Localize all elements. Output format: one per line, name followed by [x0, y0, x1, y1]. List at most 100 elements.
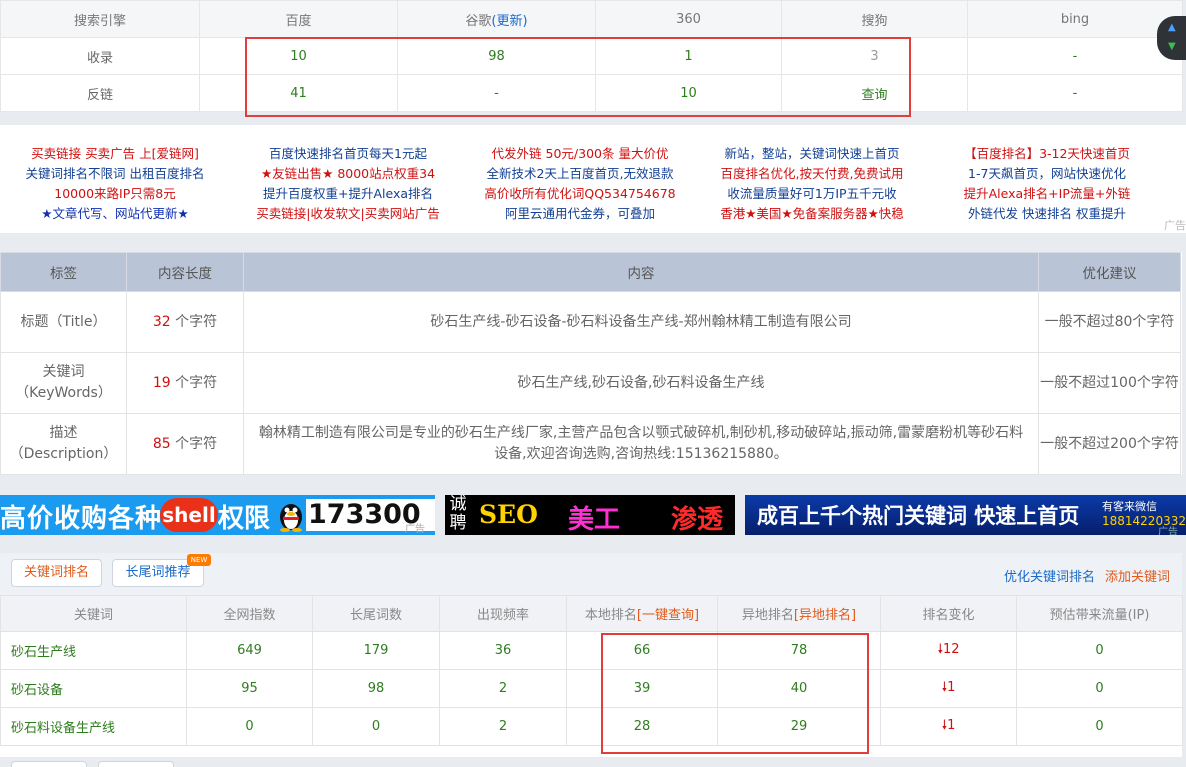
new-badge: NEW	[187, 554, 211, 566]
keyword-link[interactable]: 砂石生产线	[0, 631, 187, 670]
index-value[interactable]: 95	[186, 669, 313, 708]
ad-column-1[interactable]: 买卖链接 买卖广告 上[爱链网] 关键词排名不限词 出租百度排名 10000来路…	[0, 144, 230, 224]
ad-link[interactable]: ★友链出售★ 8000站点权重34	[233, 164, 463, 184]
tag-line: 描述	[49, 425, 78, 441]
ad-column-5[interactable]: 【百度排名】3-12天快速首页 1-7天飙首页，网站快速优化 提升Alexa排名…	[932, 144, 1162, 224]
ad-link[interactable]: 高价收所有优化词QQ534754678	[465, 184, 695, 204]
longtail-value[interactable]: 98	[312, 669, 440, 708]
banner-text: 成百上千个热门关键词 快速上首页	[757, 504, 1080, 528]
kw-header-longtail: 长尾词数	[312, 595, 440, 632]
keyword-link[interactable]: 砂石料设备生产线	[0, 707, 187, 746]
backlinks-bing: -	[967, 74, 1183, 112]
shell-badge: shell	[160, 498, 218, 532]
row-label-backlinks: 反链	[0, 74, 200, 112]
ad-link[interactable]: 收流量质量好可1万IP五千元收	[697, 184, 927, 204]
tag-line: 关键词	[42, 364, 85, 380]
banner-ad-shell[interactable]: 高价收购各种 shell 权限 173300	[0, 495, 435, 535]
ad-link[interactable]: 关键词排名不限词 出租百度排名	[0, 164, 230, 184]
meta-content-title: 砂石生产线-砂石设备-砂石料设备生产线-郑州翰林精工制造有限公司	[243, 291, 1039, 353]
ad-link[interactable]: 外链代发 快速排名 权重提升	[932, 204, 1162, 224]
ad-link[interactable]: 10000来路IP只需8元	[0, 184, 230, 204]
frequency-value: 36	[439, 631, 567, 670]
pentest-label: 渗透	[671, 505, 724, 535]
highlight-box-engine	[245, 37, 911, 117]
ad-link[interactable]: 全新技术2天上百度首页,无效退款	[465, 164, 695, 184]
bottom-tab[interactable]	[11, 761, 87, 767]
rank-change: 🠗1	[880, 707, 1017, 746]
kw-header-frequency: 出现频率	[439, 595, 567, 632]
rank-change: 🠗1	[880, 669, 1017, 708]
table-row: 砂石设备 95 98 2 39 40 🠗1 0	[0, 669, 1183, 708]
traffic-value: 0	[1016, 669, 1183, 708]
ad-link[interactable]: 百度排名优化,按天付费,免费试用	[697, 164, 927, 184]
kw-header-local-rank: 本地排名[一键查询]	[566, 595, 718, 632]
one-click-query-link[interactable]: [一键查询]	[637, 608, 699, 623]
rank-change-value: 1	[947, 679, 956, 695]
arrow-down-icon[interactable]: ▼	[1168, 42, 1176, 52]
row-label-indexed: 收录	[0, 37, 200, 75]
indexed-bing: -	[967, 37, 1183, 75]
qq-penguin-icon	[280, 504, 302, 532]
banner-ad-tag: 广告	[1158, 527, 1178, 535]
longtail-value[interactable]: 0	[312, 707, 440, 746]
engine-header-google: 谷歌(更新)	[397, 0, 596, 38]
meta-header-length: 内容长度	[126, 252, 244, 292]
meta-tag-keywords: 关键词 （KeyWords）	[0, 352, 127, 414]
ad-link[interactable]: 代发外链 50元/300条 量大价优	[465, 144, 695, 164]
meta-length-description: 85 个字符	[126, 413, 244, 475]
longtail-value[interactable]: 179	[312, 631, 440, 670]
add-keyword-link[interactable]: 添加关键词	[1105, 566, 1170, 585]
text-ads-block: 买卖链接 买卖广告 上[爱链网] 关键词排名不限词 出租百度排名 10000来路…	[0, 125, 1186, 233]
keyword-link[interactable]: 砂石设备	[0, 669, 187, 708]
meta-content-description: 翰林精工制造有限公司是专业的砂石生产线厂家,主营产品包含以颚式破碎机,制砂机,移…	[243, 413, 1039, 475]
kw-header-traffic: 预估带来流量(IP)	[1016, 595, 1183, 632]
ad-tag: 广告	[1164, 219, 1186, 232]
ad-link[interactable]: 提升Alexa排名+IP流量+外链	[932, 184, 1162, 204]
banner-ad-keywords[interactable]: 成百上千个热门关键词 快速上首页 有客来微信 18814220332 广告	[745, 495, 1186, 535]
scroll-widget[interactable]: ▲ ▼	[1157, 16, 1186, 60]
engine-header-sogou: 搜狗	[781, 0, 968, 38]
tab-keyword-ranking[interactable]: 关键词排名	[11, 559, 102, 587]
ad-column-2[interactable]: 百度快速排名首页每天1元起 ★友链出售★ 8000站点权重34 提升百度权重+提…	[233, 144, 463, 224]
length-unit: 个字符	[175, 313, 218, 330]
tag-line: （Description）	[9, 446, 118, 462]
length-value: 85	[152, 435, 171, 452]
length-unit: 个字符	[175, 435, 218, 452]
ad-link[interactable]: 买卖链接|收发软文|买卖网站广告	[233, 204, 463, 224]
local-rank-label: 本地排名	[584, 608, 637, 623]
meta-length-title: 32 个字符	[126, 291, 244, 353]
ad-link[interactable]: ★文章代写、网站代更新★	[0, 204, 230, 224]
ad-link[interactable]: 提升百度权重+提升Alexa排名	[233, 184, 463, 204]
optimize-keyword-link[interactable]: 优化关键词排名	[1004, 566, 1095, 585]
kw-header-remote-rank: 异地排名[异地排名]	[717, 595, 881, 632]
ad-link[interactable]: 阿里云通用代金券，可叠加	[465, 204, 695, 224]
ad-column-3[interactable]: 代发外链 50元/300条 量大价优 全新技术2天上百度首页,无效退款 高价收所…	[465, 144, 695, 224]
ad-link[interactable]: 买卖链接 买卖广告 上[爱链网]	[0, 144, 230, 164]
design-label: 美工	[568, 505, 621, 535]
ad-link[interactable]: 1-7天飙首页，网站快速优化	[932, 164, 1162, 184]
length-unit: 个字符	[175, 374, 218, 391]
remote-rank-link[interactable]: [异地排名]	[794, 608, 856, 623]
length-value: 19	[152, 374, 171, 391]
index-value[interactable]: 649	[186, 631, 313, 670]
arrow-up-icon[interactable]: ▲	[1168, 23, 1176, 33]
length-value: 32	[152, 313, 171, 330]
ad-link[interactable]: 【百度排名】3-12天快速首页	[932, 144, 1162, 164]
kw-header-keyword: 关键词	[0, 595, 187, 632]
ad-link[interactable]: 香港★美国★免备案服务器★快稳	[697, 204, 927, 224]
seo-label: SEO	[479, 500, 538, 529]
index-value[interactable]: 0	[186, 707, 313, 746]
meta-length-keywords: 19 个字符	[126, 352, 244, 414]
meta-advice-keywords: 一般不超过100个字符	[1038, 352, 1181, 414]
meta-header-tag: 标签	[0, 252, 127, 292]
frequency-value: 2	[439, 707, 567, 746]
banner-ad-recruit[interactable]: 诚聘 SEO 美工 渗透	[445, 495, 735, 535]
engine-header-label: 搜索引擎	[0, 0, 200, 38]
ad-column-4[interactable]: 新站，整站，关键词快速上首页 百度排名优化,按天付费,免费试用 收流量质量好可1…	[697, 144, 927, 224]
tag-line: （KeyWords）	[15, 385, 112, 401]
google-update-link[interactable]: (更新)	[491, 14, 527, 29]
ad-link[interactable]: 新站，整站，关键词快速上首页	[697, 144, 927, 164]
bottom-tab[interactable]	[98, 761, 174, 767]
ad-link[interactable]: 百度快速排名首页每天1元起	[233, 144, 463, 164]
traffic-value: 0	[1016, 707, 1183, 746]
